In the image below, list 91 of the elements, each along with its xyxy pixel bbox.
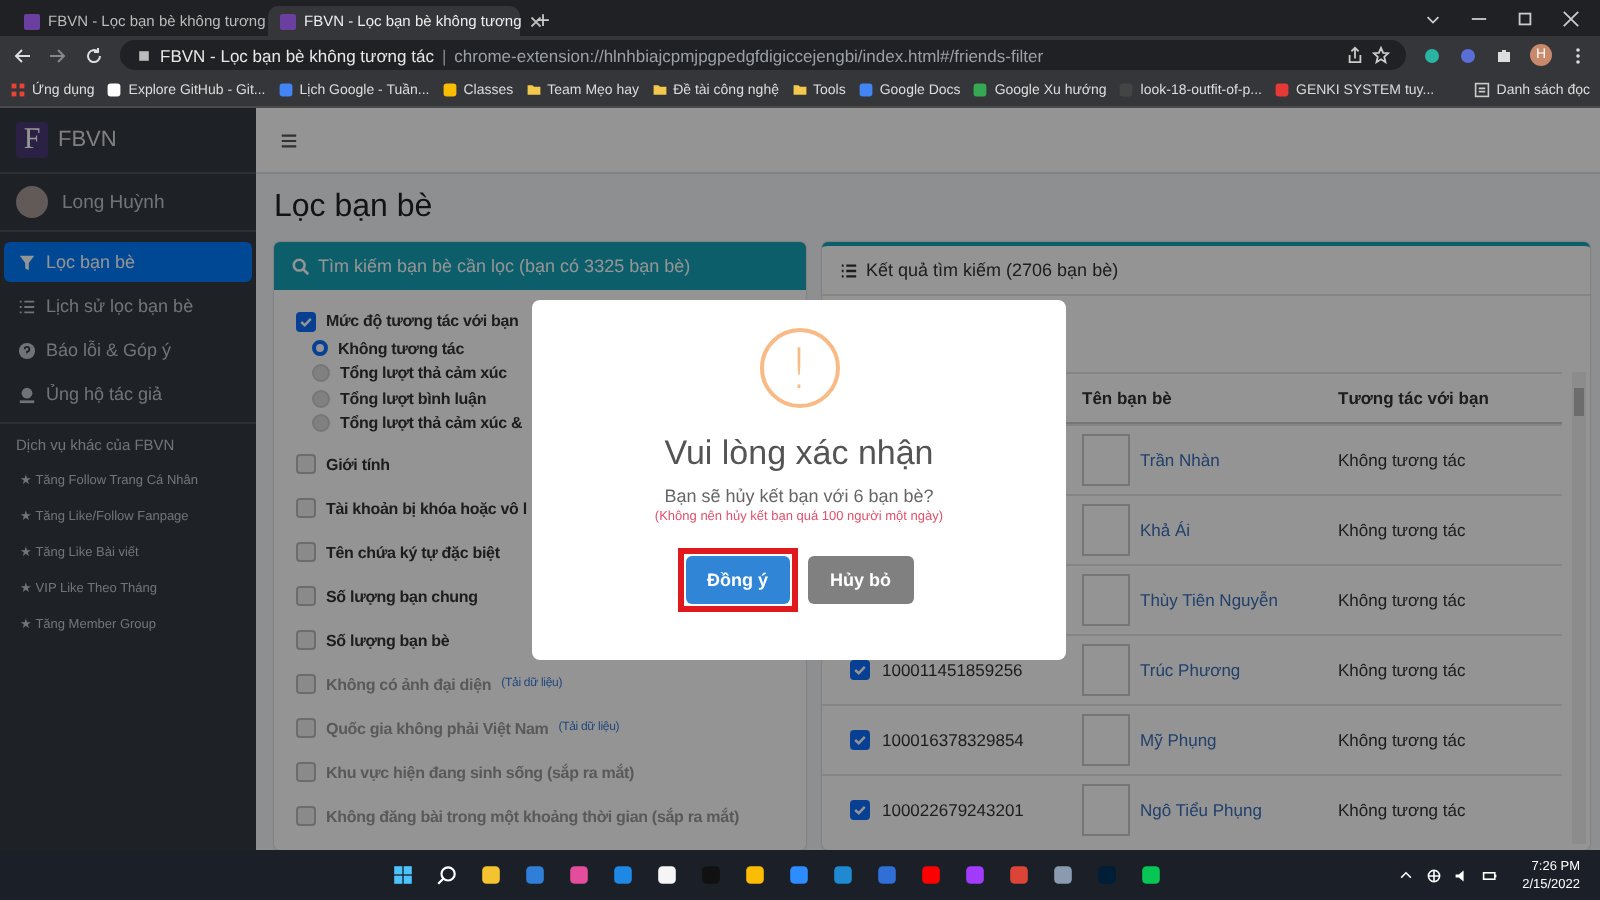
filter-label: Tên chứa ký tự đặc biệt <box>326 543 500 561</box>
option-label: Tổng lượt bình luận <box>340 389 487 408</box>
chevron-up-icon[interactable] <box>1398 867 1415 883</box>
option-label: Không tương tác <box>338 339 465 358</box>
menu-icon[interactable] <box>280 131 298 149</box>
address-bar[interactable]: FBVN - Lọc bạn bè không tương tác | chrome-extension://hlnhbiajcpmjpgpedgfdigiccejengbi/index.html#/friends-filter <box>120 40 1406 70</box>
option-label: Tổng lượt thả cảm xúc <box>340 364 507 383</box>
checkbox[interactable] <box>296 586 316 606</box>
checkbox[interactable] <box>296 542 316 562</box>
broken-image-icon <box>1082 434 1130 486</box>
checkbox[interactable] <box>850 799 870 819</box>
card-header: Tìm kiếm bạn bè cần lọc (bạn có 3325 bạn bè) <box>274 242 806 290</box>
option-label: Tổng lượt thả cảm xúc & <box>340 414 523 433</box>
filter-label: Số lượng bạn bè <box>326 631 450 649</box>
table-cell: Không tương tác <box>1338 800 1466 820</box>
list-icon <box>18 297 36 315</box>
friend-name-link[interactable]: Mỹ Phụng <box>1140 730 1217 750</box>
checkbox[interactable] <box>296 498 316 518</box>
list-icon <box>1474 82 1491 98</box>
friend-name-link[interactable]: Ngô Tiểu Phụng <box>1140 800 1262 820</box>
filter-label: Khu vực hiện đang sinh sống (sắp ra mắt) <box>326 763 635 781</box>
card-header: Kết quả tìm kiếm (2706 bạn bè) <box>822 246 1590 296</box>
broken-image-icon <box>1082 644 1130 696</box>
table-cell: Không tương tác <box>1338 730 1466 750</box>
page-title: Lọc bạn bè <box>274 190 435 226</box>
sidebar-item[interactable]: Lọc bạn bè <box>4 242 252 282</box>
favicon-icon <box>24 13 40 29</box>
confirm-button[interactable]: Đồng ý <box>685 556 790 604</box>
windows-logo-icon[interactable] <box>392 864 414 886</box>
avatar-placeholder <box>16 186 48 218</box>
warning-icon: ! <box>759 328 839 408</box>
dialog-message: Bạn sẽ hủy kết bạn với 6 bạn bè? <box>664 486 934 506</box>
close-icon[interactable] <box>1562 10 1580 28</box>
checkbox[interactable] <box>850 729 870 749</box>
checkbox[interactable] <box>296 311 316 331</box>
star-icon[interactable] <box>1372 46 1390 64</box>
checkbox[interactable] <box>296 454 316 474</box>
filter-label: Tài khoản bị khóa hoặc vô l <box>326 499 527 517</box>
table-cell: Không tương tác <box>1338 590 1466 610</box>
search-icon <box>292 257 310 275</box>
user-name: Long Huỳnh <box>62 191 165 213</box>
brand-name: FBVN <box>58 128 117 152</box>
cancel-button[interactable]: Hủy bỏ <box>808 556 913 604</box>
question-icon <box>18 341 36 359</box>
radio-button[interactable] <box>312 414 330 433</box>
friend-name-link[interactable]: Trần Nhàn <box>1140 450 1220 470</box>
new-tab-button[interactable]: + <box>524 6 563 36</box>
globe-icon[interactable] <box>1426 867 1443 883</box>
radio-button[interactable] <box>312 364 330 383</box>
table-cell: Không tương tác <box>1338 660 1466 680</box>
filter-label: Số lượng bạn chung <box>326 587 478 605</box>
radio-button[interactable] <box>312 340 328 357</box>
column-header: Tương tác với bạn <box>1338 388 1491 408</box>
table-cell: Không tương tác <box>1338 520 1466 540</box>
sidebar-item[interactable]: Lịch sử lọc bạn bè <box>4 286 252 326</box>
broken-image-icon <box>1082 504 1130 556</box>
table-cell: 100011451859256 <box>882 660 1023 680</box>
broken-image-icon <box>1082 574 1130 626</box>
dialog-title: Vui lòng xác nhận <box>664 434 934 474</box>
friend-name-link[interactable]: Thùy Tiên Nguyễn <box>1140 590 1278 610</box>
separator: | <box>441 45 447 65</box>
share-icon[interactable] <box>1346 46 1364 64</box>
filter-label: Mức độ tương tác với bạn <box>326 312 519 330</box>
table-cell: Không tương tác <box>1338 450 1466 470</box>
friend-name-link[interactable]: Trúc Phương <box>1140 660 1241 680</box>
checkbox[interactable] <box>296 630 316 650</box>
forward-arrow-icon[interactable] <box>48 45 68 65</box>
logo-icon: F <box>16 122 48 158</box>
broken-image-icon <box>1082 784 1130 836</box>
filter-icon <box>18 253 36 271</box>
sidebar-item[interactable]: Ủng hộ tác giả <box>4 374 252 414</box>
friend-name-link[interactable]: Khả Ái <box>1140 520 1191 540</box>
back-arrow-icon[interactable] <box>12 45 32 65</box>
table-cell: 100016378329854 <box>882 730 1024 750</box>
filter-label: Quốc gia không phải Việt Nam <box>326 719 549 737</box>
favicon-icon <box>280 13 296 29</box>
maximize-icon[interactable] <box>1516 10 1534 28</box>
radio-button[interactable] <box>312 389 330 408</box>
table-cell: 100022679243201 <box>882 800 1024 820</box>
filter-label: Không đăng bài trong một khoảng thời gian (sắp ra mắt) <box>326 807 739 825</box>
battery-icon[interactable] <box>1482 867 1499 883</box>
filter-label: Không có ảnh đại diện <box>326 675 492 693</box>
search-icon[interactable] <box>436 864 458 886</box>
broken-image-icon <box>1082 714 1130 766</box>
sidebar-item[interactable]: Báo lỗi & Góp ý <box>4 330 252 370</box>
list-icon <box>840 261 858 279</box>
reload-icon[interactable] <box>84 45 104 65</box>
filter-label: Giới tính <box>326 455 390 473</box>
checkbox[interactable] <box>850 659 870 679</box>
scrollbar[interactable] <box>1572 372 1586 844</box>
column-header: Tên bạn bè <box>1082 388 1174 408</box>
